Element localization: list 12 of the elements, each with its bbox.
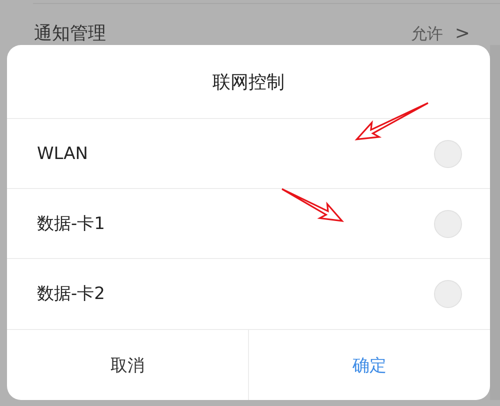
radio-button[interactable]	[434, 210, 462, 238]
setting-value: 允许	[410, 23, 443, 45]
dialog-title: 联网控制	[212, 70, 286, 94]
radio-button[interactable]	[434, 140, 462, 168]
cancel-button[interactable]: 取消	[7, 330, 249, 400]
option-label: WLAN	[37, 144, 90, 164]
setting-label: 通知管理	[34, 23, 106, 45]
radio-button[interactable]	[434, 280, 462, 308]
option-label: 数据-卡2	[37, 283, 106, 305]
chevron-icon: >	[454, 23, 470, 45]
option-label: 数据-卡1	[37, 213, 106, 235]
annotation-arrow	[281, 188, 344, 222]
